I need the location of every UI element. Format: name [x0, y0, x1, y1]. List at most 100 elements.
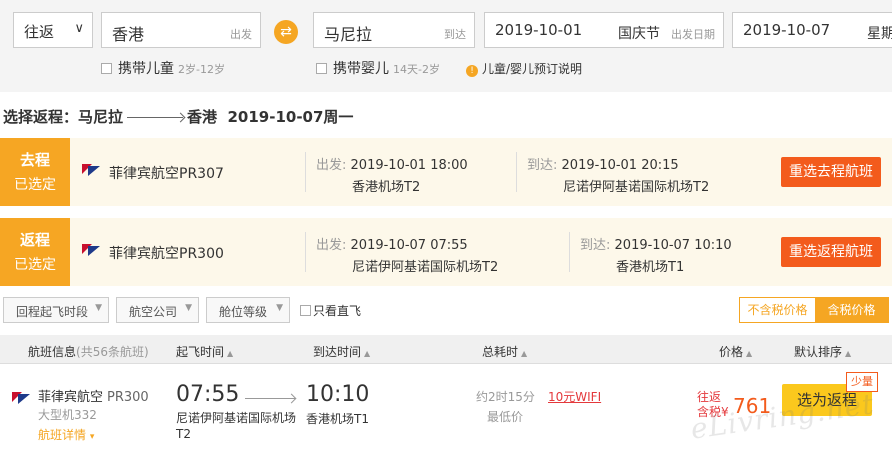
child-option[interactable]: 携带儿童 2岁-12岁 — [101, 58, 225, 78]
outbound-dep-time-value: 2019-10-01 18:00 — [350, 158, 468, 173]
chevron-down-icon: ∨ — [74, 21, 84, 36]
return-airline: 菲律宾航空PR300 — [109, 246, 224, 262]
outbound-dep-airport: 香港机场T2 — [352, 180, 421, 195]
sort-icon: ▲ — [746, 349, 753, 358]
return-tag: 返程 已选定 — [0, 218, 70, 286]
price-excl-tax-tab[interactable]: 不含税价格 — [740, 298, 815, 322]
from-city-hint: 出发 — [230, 28, 252, 41]
route-title-to: 香港 — [187, 108, 218, 126]
direct-only-checkbox[interactable] — [300, 305, 311, 316]
outbound-tag-title: 去程 — [19, 151, 50, 169]
flight-details-label: 航班详情 — [38, 428, 87, 442]
flight-arrow-icon — [245, 398, 295, 399]
row-arr-time: 10:10 — [306, 382, 370, 407]
sort-price-label: 价格 — [719, 345, 744, 359]
sort-icon: ▲ — [227, 349, 234, 358]
holiday-label: 国庆节 — [618, 26, 660, 42]
depart-date-input[interactable]: 2019-10-01 国庆节 出发日期 — [484, 12, 724, 48]
trip-type-select[interactable]: 往返 ∨ — [13, 12, 93, 48]
outbound-tag: 去程 已选定 — [0, 138, 70, 206]
to-city-value: 马尼拉 — [324, 25, 373, 44]
return-tag-title: 返程 — [19, 231, 50, 249]
sort-duration-label: 总耗时 — [482, 345, 519, 359]
return-dep-time-value: 2019-10-07 07:55 — [350, 238, 468, 253]
reselect-outbound-button[interactable]: 重选去程航班 — [781, 157, 881, 187]
to-city-input[interactable]: 马尼拉 到达 — [313, 12, 475, 48]
return-date-input[interactable]: 2019-10-07 星期 — [732, 12, 892, 48]
sort-price[interactable]: 价格 ▲ — [719, 343, 752, 360]
filter-cabin-dropdown[interactable]: 舱位等级 ▼ — [206, 297, 290, 323]
row-airline: 菲律宾航空 PR300 — [38, 386, 149, 405]
divider — [305, 232, 306, 272]
outbound-airline: 菲律宾航空PR307 — [109, 166, 224, 182]
return-tag-status: 已选定 — [14, 257, 56, 273]
child-checkbox[interactable] — [101, 63, 112, 74]
sort-default-label: 默认排序 — [794, 345, 843, 359]
selected-return-card: 返程 已选定 菲律宾航空PR300 出发: 2019-10-07 07:55 尼… — [0, 218, 892, 286]
outbound-tag-status: 已选定 — [14, 177, 56, 193]
wifi-link[interactable]: 10元WIFI — [548, 388, 601, 405]
route-title-date: 2019-10-07周一 — [227, 108, 354, 126]
swap-cities-icon[interactable]: ⇄ — [274, 20, 298, 44]
sort-default[interactable]: 默认排序 ▲ — [794, 343, 851, 360]
return-date-value: 2019-10-07 — [743, 21, 831, 39]
row-dep-time: 07:55 — [176, 382, 240, 407]
flight-details-link[interactable]: 航班详情 ▾ — [38, 426, 94, 443]
route-title-prefix: 选择返程：马尼拉 — [3, 108, 124, 126]
sort-arr-time[interactable]: 到达时间 ▲ — [313, 343, 370, 360]
filter-time-dropdown[interactable]: 回程起飞时段 ▼ — [3, 297, 109, 323]
price-mode-toggle: 不含税价格 含税价格 — [739, 297, 889, 323]
return-arr-time: 到达: 2019-10-07 10:10 — [580, 234, 732, 253]
from-city-value: 香港 — [112, 25, 145, 44]
sort-duration[interactable]: 总耗时 ▲ — [482, 343, 527, 360]
caret-down-icon: ▼ — [95, 303, 102, 313]
header-flight-count: (共56条航班) — [76, 345, 149, 359]
airline-logo-icon — [82, 244, 102, 258]
header-flight-info: 航班信息(共56条航班) — [28, 343, 149, 360]
depart-date-hint: 出发日期 — [671, 28, 715, 41]
reselect-return-button[interactable]: 重选返程航班 — [781, 237, 881, 267]
trip-type-value: 往返 — [24, 23, 55, 41]
outbound-arr-airport: 尼诺伊阿基诺国际机场T2 — [563, 180, 710, 195]
row-dep-airport: 尼诺伊阿基诺国际机场T2 — [176, 411, 297, 441]
flight-list-header: 航班信息(共56条航班) 起飞时间 ▲ 到达时间 ▲ 总耗时 ▲ 价格 ▲ 默认排序 ▲ — [0, 335, 892, 364]
direct-only-option[interactable]: 只看直飞 — [300, 302, 361, 319]
return-dep-airport: 尼诺伊阿基诺国际机场T2 — [352, 260, 499, 275]
sort-icon: ▲ — [521, 349, 528, 358]
direct-only-label: 只看直飞 — [313, 304, 362, 318]
airline-logo-icon — [12, 392, 32, 406]
route-title: 选择返程：马尼拉 香港 2019-10-07周一 — [3, 106, 353, 127]
row-plane-type: 大型机332 — [38, 408, 97, 422]
infant-option[interactable]: 携带婴儿 14天-2岁 — [316, 58, 440, 78]
from-city-input[interactable]: 香港 出发 — [101, 12, 261, 48]
chevron-down-icon: ▾ — [89, 432, 95, 442]
sort-arr-time-label: 到达时间 — [313, 345, 362, 359]
infant-label: 携带婴儿 — [333, 61, 389, 77]
filter-airline-dropdown[interactable]: 航空公司 ▼ — [116, 297, 199, 323]
child-age-hint: 2岁-12岁 — [178, 63, 225, 76]
arr-label: 到达: — [527, 158, 558, 173]
caret-down-icon: ▼ — [276, 303, 283, 313]
info-icon: ! — [466, 65, 478, 77]
price-incl-tax-tab[interactable]: 含税价格 — [815, 298, 888, 322]
infant-checkbox[interactable] — [316, 63, 327, 74]
child-label: 携带儿童 — [118, 61, 174, 77]
return-weekday: 星期 — [867, 26, 892, 42]
outbound-arr-time: 到达: 2019-10-01 20:15 — [527, 154, 679, 173]
row-arr-airport: 香港机场T1 — [306, 412, 369, 426]
filter-airline-label: 航空公司 — [129, 305, 178, 319]
route-arrow-icon — [127, 117, 184, 118]
divider — [516, 152, 517, 192]
divider — [305, 152, 306, 192]
arr-label: 到达: — [580, 238, 611, 253]
sort-dep-time[interactable]: 起飞时间 ▲ — [176, 343, 233, 360]
divider — [569, 232, 570, 272]
to-city-hint: 到达 — [444, 28, 466, 41]
sort-icon: ▲ — [364, 349, 371, 358]
caret-down-icon: ▼ — [185, 303, 192, 313]
booking-note-link[interactable]: ! 儿童/婴儿预订说明 — [466, 60, 582, 77]
return-arr-time-value: 2019-10-07 10:10 — [614, 238, 732, 253]
header-flight-info-label: 航班信息 — [28, 345, 77, 359]
booking-note-label: 儿童/婴儿预订说明 — [482, 62, 583, 76]
dep-label: 出发: — [316, 158, 347, 173]
